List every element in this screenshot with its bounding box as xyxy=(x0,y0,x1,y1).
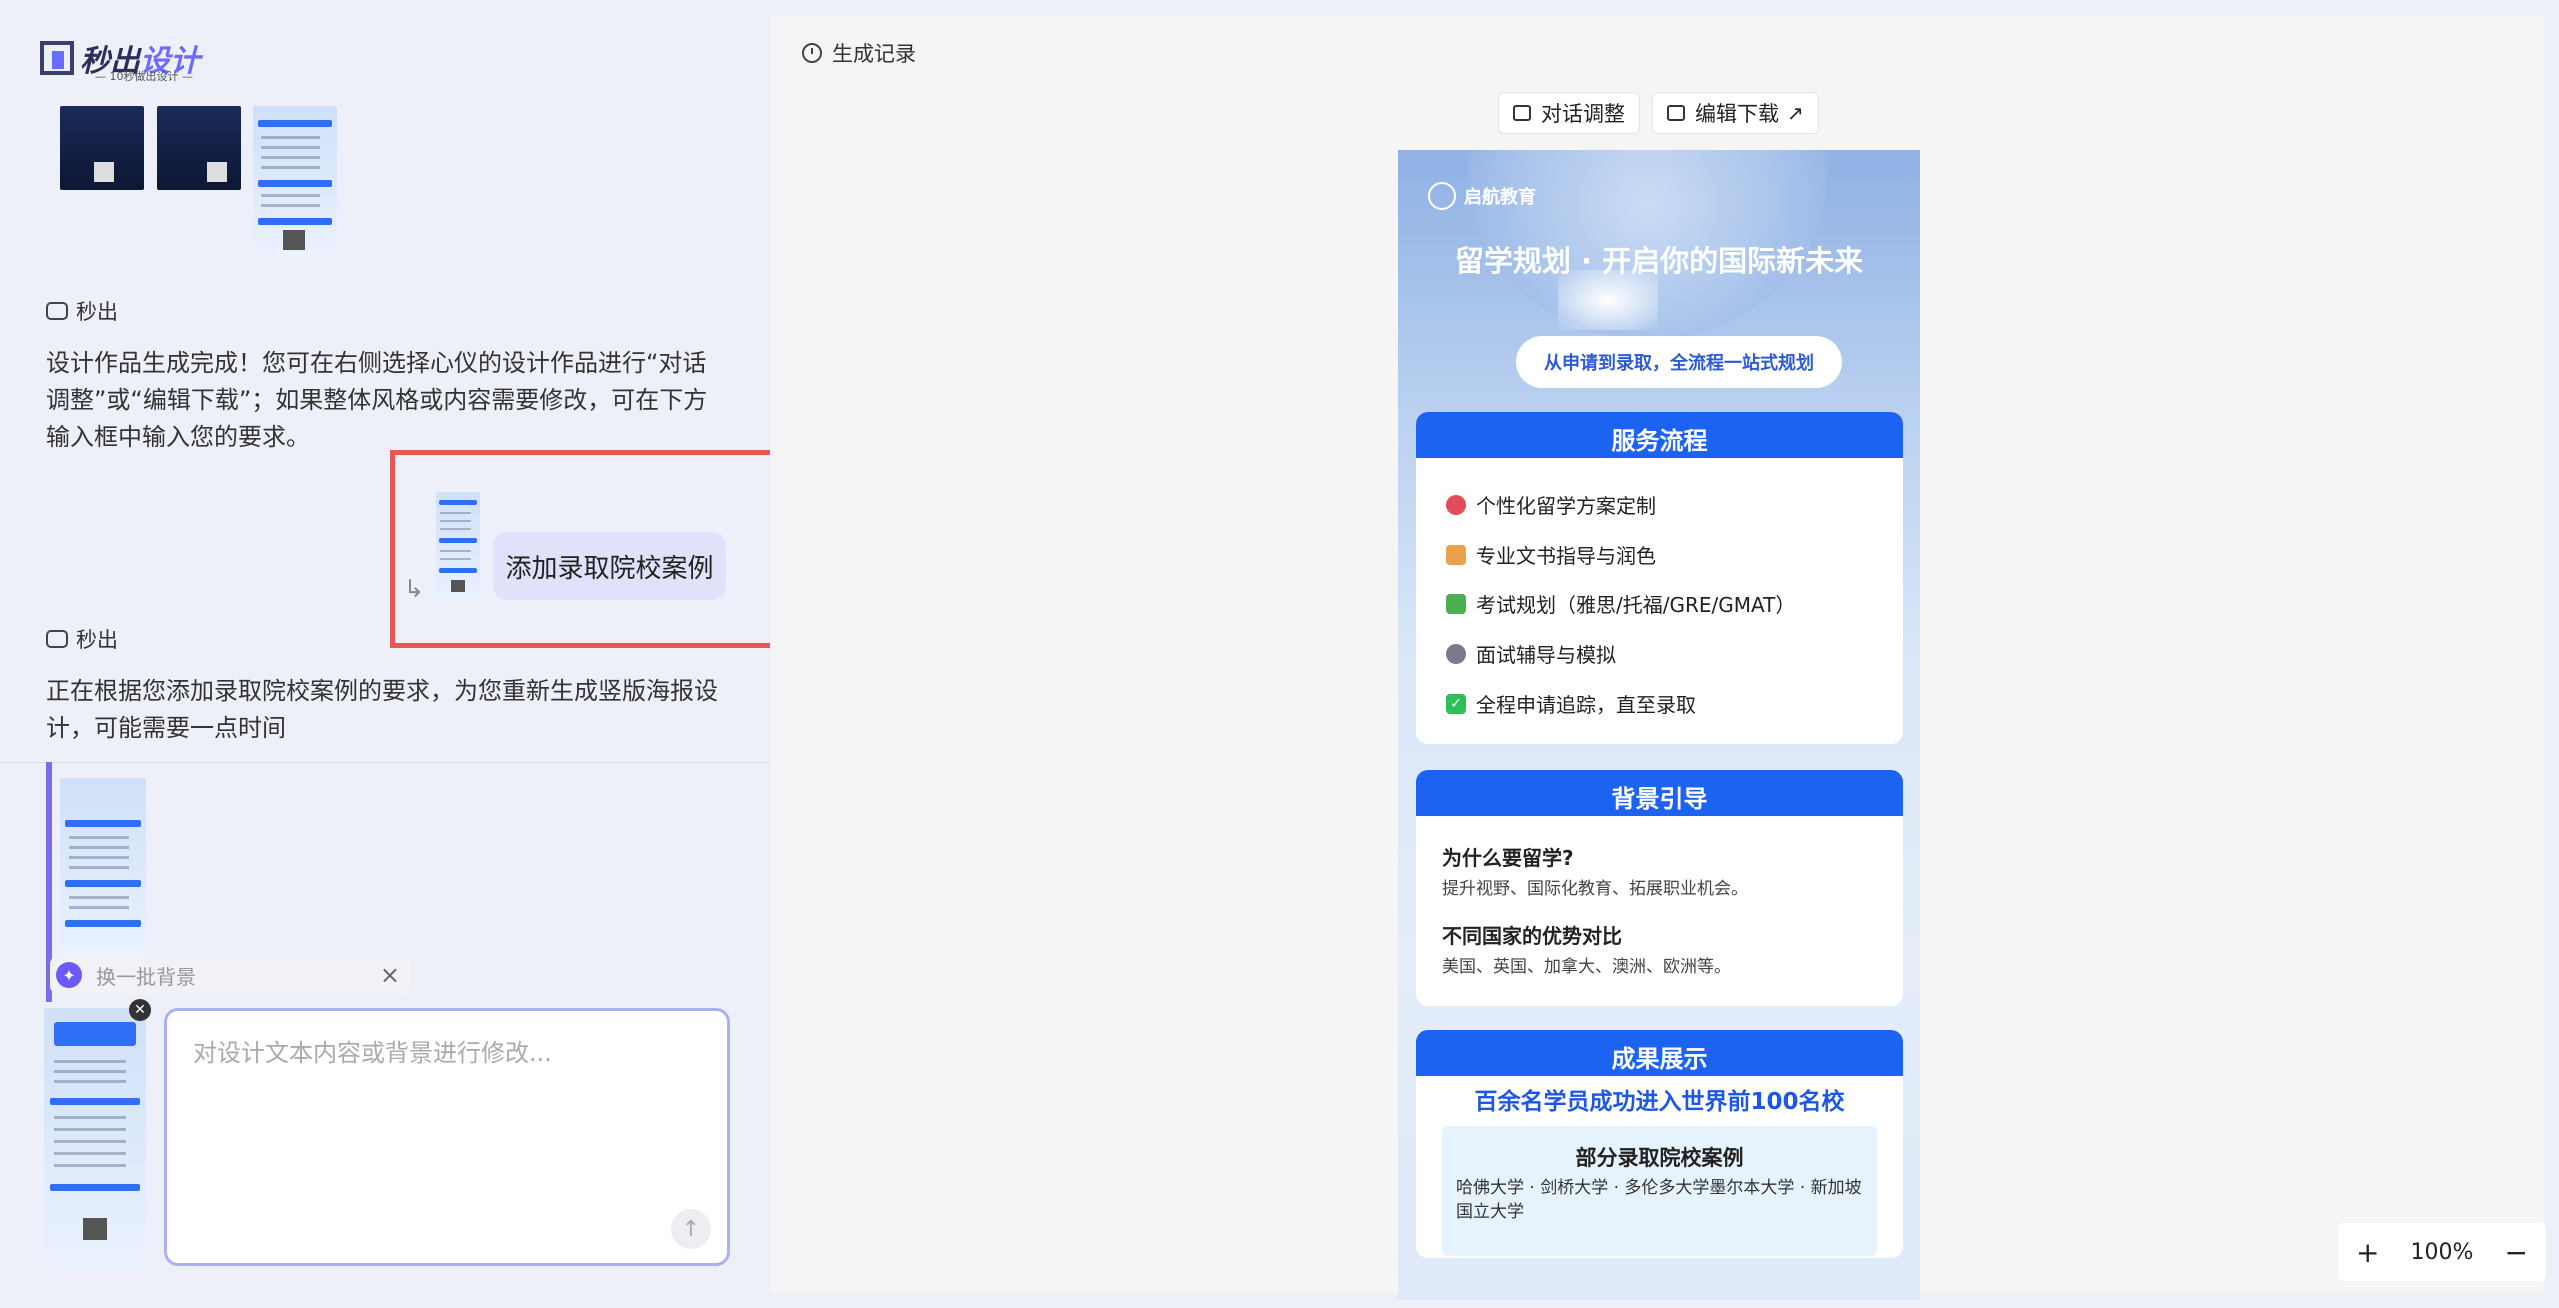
poster-brand: 启航教育 xyxy=(1428,182,1536,210)
change-background-chip[interactable]: ✦ 换一批背景 × xyxy=(50,956,410,994)
close-icon[interactable]: × xyxy=(380,961,400,989)
check-icon: ✓ xyxy=(1446,693,1466,714)
bot-label: 秒出 xyxy=(46,296,118,326)
results-title: 百余名学员成功进入世界前100名校 xyxy=(1474,1089,1845,1115)
why-question: 为什么要留学? xyxy=(1442,846,1574,870)
logo-subtitle: — 10秒做出设计 — xyxy=(95,70,193,83)
service-item: 个性化留学方案定制 xyxy=(1446,490,1656,519)
microphone-icon xyxy=(1446,643,1466,664)
external-link-icon: ↗ xyxy=(1787,101,1804,125)
design-thumbnail[interactable] xyxy=(253,106,337,256)
bot-name: 秒出 xyxy=(76,628,118,652)
poster-tagline: 从申请到录取，全流程一站式规划 xyxy=(1516,336,1842,388)
robot-icon xyxy=(46,630,68,648)
services-section: 服务流程 个性化留学方案定制 专业文书指导与润色 考试规划（雅思/托福/GRE/… xyxy=(1416,412,1903,744)
service-item: 面试辅导与模拟 xyxy=(1446,639,1616,668)
history-label: 生成记录 xyxy=(832,42,916,66)
dialog-adjust-button[interactable]: 对话调整 xyxy=(1498,92,1640,134)
edit-download-button[interactable]: 编辑下载 ↗ xyxy=(1652,92,1819,134)
design-thumbnail[interactable] xyxy=(60,106,144,190)
bot-message: 正在根据您添加录取院校案例的要求，为您重新生成竖版海报设计，可能需要一点时间 xyxy=(46,677,718,742)
clock-icon xyxy=(802,43,822,63)
poster-title: 留学规划 · 开启你的国际新未来 xyxy=(1454,244,1864,278)
edit-download-label: 编辑下载 xyxy=(1695,102,1779,126)
input-attachment-thumbnail[interactable] xyxy=(44,1008,146,1268)
poster-preview[interactable]: 启航教育 留学规划 · 开启你的国际新未来 从申请到录取，全流程一站式规划 服务… xyxy=(1398,150,1920,1300)
modification-input[interactable] xyxy=(191,1031,705,1215)
zoom-control: + 100% − xyxy=(2338,1223,2546,1281)
zoom-in-button[interactable]: + xyxy=(2356,1236,2379,1269)
globe-icon xyxy=(1428,182,1456,210)
cases-card: 部分录取院校案例 哈佛大学 · 剑桥大学 · 多伦多大学墨尔本大学 · 新加坡国… xyxy=(1442,1126,1877,1256)
logo-mark-icon xyxy=(40,41,74,75)
divider xyxy=(0,762,770,763)
cases-text: 哈佛大学 · 剑桥大学 · 多伦多大学墨尔本大学 · 新加坡国立大学 xyxy=(1456,1178,1862,1222)
user-message-bubble: 添加录取院校案例 xyxy=(493,532,726,600)
remove-attachment-icon[interactable]: ✕ xyxy=(129,999,151,1021)
bot-label: 秒出 xyxy=(46,624,118,654)
cases-title: 部分录取院校案例 xyxy=(1575,1146,1744,1170)
background-section: 背景引导 为什么要留学? 提升视野、国际化教育、拓展职业机会。 不同国家的优势对… xyxy=(1416,770,1903,1006)
robot-icon xyxy=(46,302,68,320)
chat-edit-icon xyxy=(1513,105,1531,121)
design-thumbnail[interactable] xyxy=(157,106,241,190)
poster-brand-name: 启航教育 xyxy=(1464,187,1536,208)
service-item: 专业文书指导与润色 xyxy=(1446,540,1656,569)
bot-name: 秒出 xyxy=(76,300,118,324)
results-section: 成果展示 百余名学员成功进入世界前100名校 部分录取院校案例 哈佛大学 · 剑… xyxy=(1416,1030,1903,1258)
compare-answer: 美国、英国、加拿大、澳洲、欧洲等。 xyxy=(1442,957,1731,977)
generating-thumbnail[interactable] xyxy=(60,778,146,958)
chat-panel: 秒出设计 — 10秒做出设计 — 秒出 设计作品生成完成！您可在右侧选择心仪的设… xyxy=(0,0,852,1308)
bot-message: 设计作品生成完成！您可在右侧选择心仪的设计作品进行“对话调整”或“编辑下载”；如… xyxy=(46,349,708,451)
user-attachment-thumbnail[interactable] xyxy=(436,492,480,600)
zoom-level: 100% xyxy=(2410,1239,2474,1265)
zoom-out-button[interactable]: − xyxy=(2505,1236,2528,1269)
results-header: 成果展示 xyxy=(1416,1030,1903,1076)
edit-icon xyxy=(1667,105,1685,121)
why-answer: 提升视野、国际化教育、拓展职业机会。 xyxy=(1442,879,1748,899)
services-header: 服务流程 xyxy=(1416,412,1903,458)
generation-history-button[interactable]: 生成记录 xyxy=(802,38,916,68)
send-button[interactable]: ↑ xyxy=(671,1209,711,1249)
dialog-adjust-label: 对话调整 xyxy=(1541,102,1625,126)
sparkle-icon: ✦ xyxy=(56,962,82,988)
reply-arrow-icon: ↳ xyxy=(404,575,425,603)
books-icon xyxy=(1446,593,1466,614)
modification-input-box[interactable]: ↑ xyxy=(164,1008,730,1266)
workspace-panel: 生成记录 对话调整 编辑下载 ↗ 启航教育 留学规划 · 开启你的国际新未来 从… xyxy=(770,16,2544,1300)
compare-question: 不同国家的优势对比 xyxy=(1442,924,1622,948)
service-item: 考试规划（雅思/托福/GRE/GMAT） xyxy=(1446,589,1795,618)
target-icon xyxy=(1446,494,1466,515)
service-item: ✓ 全程申请追踪，直至录取 xyxy=(1446,689,1696,718)
memo-icon xyxy=(1446,544,1466,565)
chip-label: 换一批背景 xyxy=(96,964,196,989)
background-header: 背景引导 xyxy=(1416,770,1903,816)
